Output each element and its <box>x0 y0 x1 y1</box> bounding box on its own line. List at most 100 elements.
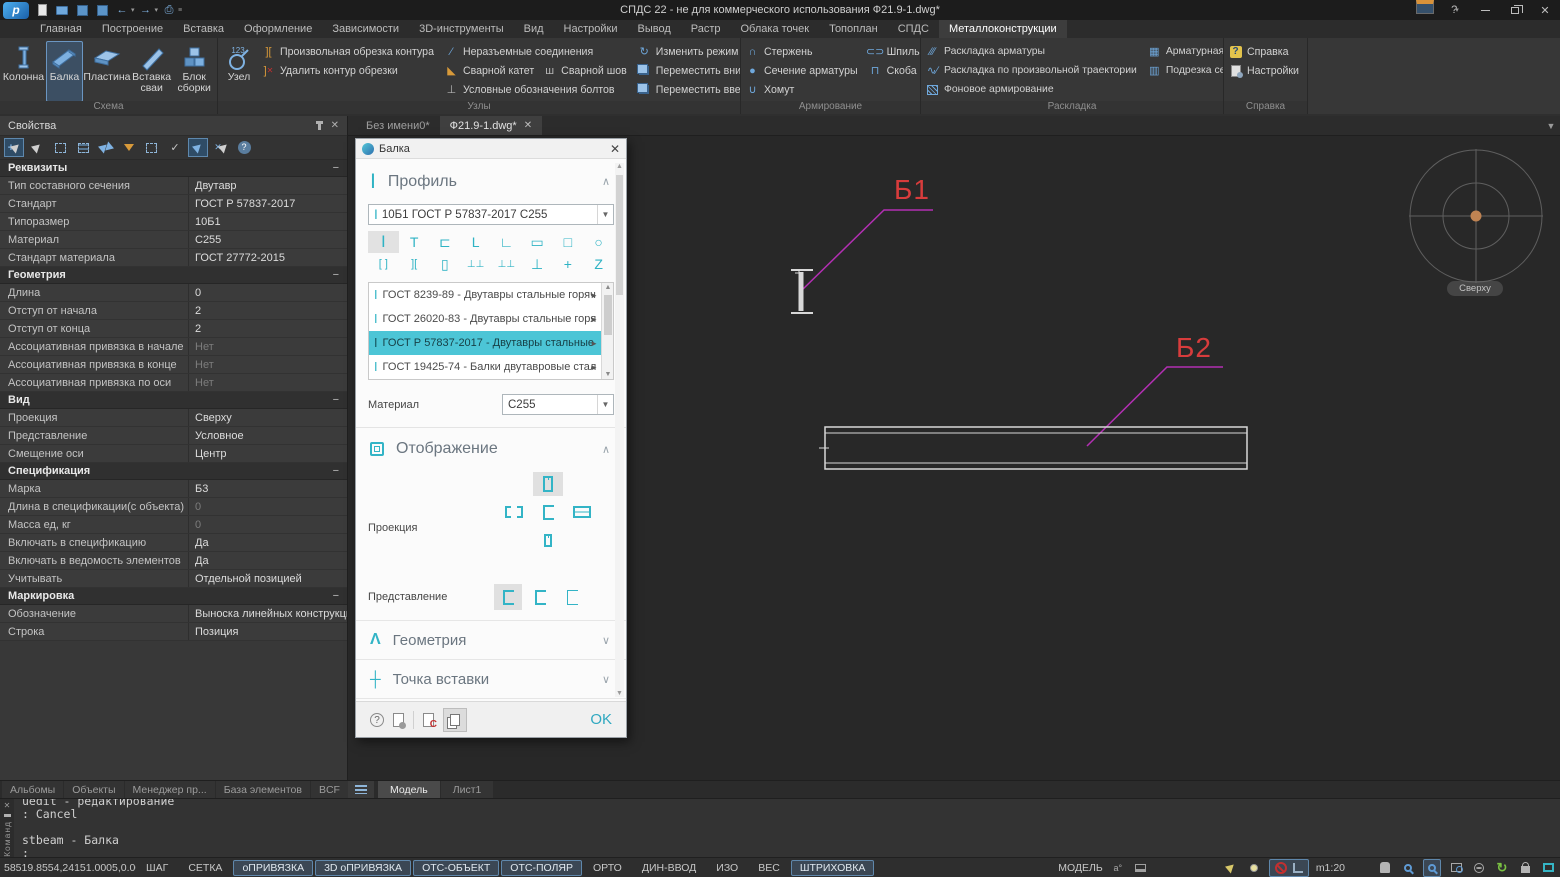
collapse-chevron-icon[interactable]: ∧ <box>602 175 610 188</box>
view-orientation-badge[interactable]: Сверху <box>1447 281 1503 296</box>
collapse-icon[interactable]: − <box>333 590 339 602</box>
command-prompt[interactable]: : <box>22 847 1560 857</box>
selection-filter-button[interactable] <box>119 138 139 157</box>
cursor-highlight-icon[interactable] <box>1223 860 1239 876</box>
help-button[interactable]: ?Справка <box>1228 42 1299 61</box>
tab-postroenie[interactable]: Построение <box>92 20 173 38</box>
channel-profile-button[interactable]: ⊏ <box>430 231 461 253</box>
property-row[interactable]: Ассоциативная привязка по осиНет <box>0 374 347 392</box>
beam-label-b2[interactable]: Б2 <box>1176 332 1212 364</box>
tab-vstavka[interactable]: Вставка <box>173 20 234 38</box>
property-row[interactable]: ПредставлениеУсловное <box>0 427 347 445</box>
weld-seam-button[interactable]: шСварной шов <box>542 61 627 80</box>
node-button[interactable]: 123 Узел <box>221 41 257 102</box>
double-channel-out-profile-button[interactable]: [ ] <box>368 253 399 275</box>
close-command-line-icon[interactable]: ✕ <box>4 801 11 810</box>
invert-selection-button[interactable] <box>96 138 116 157</box>
ok-button[interactable]: OK <box>590 711 612 728</box>
dropdown-arrow-icon[interactable]: ▼ <box>597 395 613 414</box>
list-scrollbar[interactable]: ▲ ▼ <box>601 283 613 379</box>
round-tube-profile-button[interactable]: ○ <box>583 231 614 253</box>
rect-tube-profile-button[interactable]: ▭ <box>522 231 553 253</box>
section-rekvizity[interactable]: Реквизиты− <box>0 160 347 177</box>
redo-caret-icon[interactable]: ▾ <box>155 6 159 14</box>
angle-profile-button[interactable]: L <box>460 231 491 253</box>
rebar-section-button[interactable]: ●Сечение арматуры <box>745 61 858 80</box>
double-tee-profile-button[interactable]: ⊥⊥ <box>460 253 491 275</box>
standard-item-selected[interactable]: ⅠГОСТ Р 57837-2017 - Двутавры стальные► <box>369 331 613 355</box>
layout-arbitrary-path-button[interactable]: ∿∕Раскладка по произвольной траектории <box>925 61 1137 80</box>
zoom-window-icon[interactable] <box>1448 860 1464 876</box>
reset-values-icon[interactable] <box>423 713 434 727</box>
tee-down-profile-button[interactable]: ⊥ <box>522 253 553 275</box>
zee-profile-button[interactable]: Z <box>583 253 614 275</box>
annotation-scale-icon[interactable]: a° <box>1110 860 1126 876</box>
double-channel-in-profile-button[interactable]: ][ <box>399 253 430 275</box>
section-geometriya[interactable]: Геометрия− <box>0 267 347 284</box>
ibeam-profile-button[interactable]: Ⅰ <box>368 231 399 253</box>
arbitrary-contour-trim-button[interactable]: ][Произвольная обрезка контура <box>261 42 434 61</box>
pick-point-button[interactable] <box>188 138 208 157</box>
scroll-up-icon[interactable]: ▲ <box>602 284 614 291</box>
bulb-icon[interactable] <box>1246 860 1262 876</box>
tab-vid[interactable]: Вид <box>514 20 554 38</box>
rebar-layout-button[interactable]: ∕∕∕Раскладка арматуры <box>925 42 1137 61</box>
tab-zavisimosti[interactable]: Зависимости <box>322 20 409 38</box>
undo-caret-icon[interactable]: ▾ <box>131 6 135 14</box>
panel-tab-bcf[interactable]: BCF <box>311 781 348 798</box>
dialog-scrollbar[interactable]: ▲ ▼ <box>615 163 624 697</box>
panel-tab-obekty[interactable]: Объекты <box>64 781 123 798</box>
dialog-help-icon[interactable]: ? <box>370 713 384 727</box>
expand-arrow-icon[interactable]: ► <box>590 339 598 348</box>
clamp-button[interactable]: ⊓Скоба <box>868 61 921 80</box>
print-icon[interactable]: ⎙ <box>160 2 178 18</box>
representation-conditional-button[interactable] <box>526 584 554 610</box>
rebar-button[interactable]: ∩Стержень <box>745 42 858 61</box>
toggle-ortho[interactable]: ОРТО <box>584 860 631 876</box>
open-file-icon[interactable] <box>53 2 71 18</box>
settings-button[interactable]: Настройки <box>1228 61 1299 80</box>
property-row[interactable]: Масса ед, кг0 <box>0 516 347 534</box>
property-row[interactable]: Типоразмер10Б1 <box>0 213 347 231</box>
toggle-osnap[interactable]: оПРИВЯЗКА <box>233 860 313 876</box>
move-down-button[interactable]: Переместить вниз <box>637 61 741 80</box>
bent-profile-button[interactable]: ▯ <box>430 253 461 275</box>
plate-button[interactable]: Пластина <box>85 41 129 102</box>
expand-chevron-icon[interactable]: ∨ <box>602 673 610 686</box>
toggle-grid[interactable]: СЕТКА <box>179 860 231 876</box>
standard-item[interactable]: ⅠГОСТ 26020-83 - Двутавры стальные горя► <box>369 307 613 331</box>
beam-label-b1[interactable]: Б1 <box>894 174 930 206</box>
drawing-scale[interactable]: m1:20 <box>1316 862 1345 874</box>
pin-command-line-icon[interactable] <box>6 814 9 817</box>
permanent-joints-button[interactable]: ⁄Неразъемные соединения <box>444 42 627 61</box>
collapse-icon[interactable]: − <box>333 269 339 281</box>
pan-icon[interactable] <box>1377 860 1393 876</box>
delete-trim-contour-button[interactable]: ]✕Удалить контур обрезки <box>261 61 434 80</box>
move-up-button[interactable]: Переместить вверх <box>637 80 741 99</box>
tab-oblaka-tochek[interactable]: Облака точек <box>731 20 820 38</box>
toggle-iso[interactable]: ИЗО <box>707 860 747 876</box>
standard-item[interactable]: ⅠГОСТ 19425-74 - Балки двутавровые стал► <box>369 355 613 379</box>
column-button[interactable]: Колонна <box>3 41 44 102</box>
interface-settings-icon[interactable] <box>1416 0 1434 14</box>
ucs-icon[interactable] <box>1293 863 1303 873</box>
cross-profile-button[interactable]: + <box>553 253 584 275</box>
redo-icon[interactable]: → <box>137 2 155 18</box>
double-angle-profile-button[interactable]: ⊥⊥ <box>491 253 522 275</box>
insertion-point-section-header[interactable]: ┼ Точка вставки ∨ <box>356 659 626 698</box>
doc-tab-list-icon[interactable]: ▼ <box>1542 116 1560 135</box>
property-row[interactable]: Ассоциативная привязка в началеНет <box>0 338 347 356</box>
weld-leg-button[interactable]: ◣Сварной катет <box>444 61 534 80</box>
property-row[interactable]: Ассоциативная привязка в концеНет <box>0 356 347 374</box>
beam-dialog-titlebar[interactable]: Балка ✕ <box>356 139 626 159</box>
crossing-select-button[interactable] <box>73 138 93 157</box>
doc-tab-f21-9-1[interactable]: Ф21.9-1.dwg*✕ <box>440 116 542 135</box>
monitor-icon[interactable] <box>1133 860 1149 876</box>
property-row[interactable]: Длина в спецификации(с объекта)0 <box>0 498 347 516</box>
representation-full-button[interactable] <box>494 584 522 610</box>
selection-help-button[interactable]: ? <box>234 138 254 157</box>
pin-panel-icon[interactable] <box>318 121 321 130</box>
regen-icon[interactable]: ↻ <box>1494 860 1510 876</box>
square-tube-profile-button[interactable]: □ <box>553 231 584 253</box>
tab-oformlenie[interactable]: Оформление <box>234 20 322 38</box>
